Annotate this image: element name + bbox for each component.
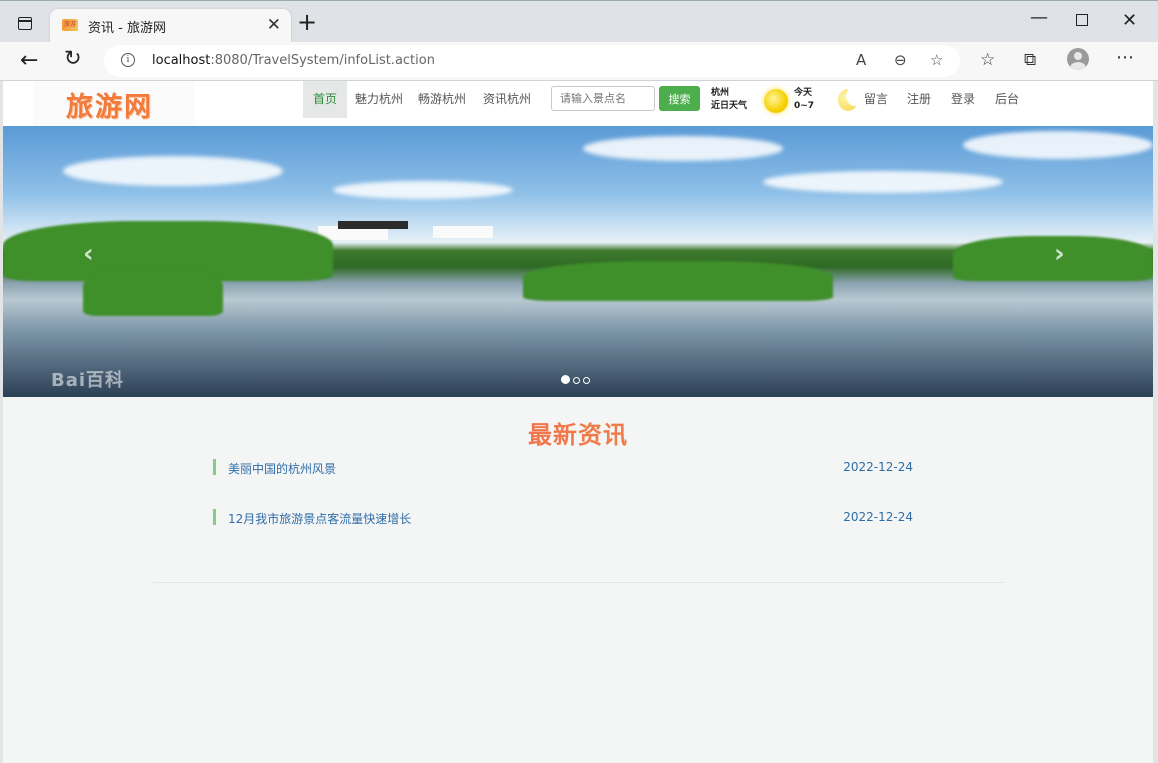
carousel-prev-icon[interactable]: ‹ [83, 239, 94, 269]
banner-carousel[interactable]: ‹ › Bai百科 [3, 126, 1153, 397]
site-header: 旅游网 首页 魅力杭州 畅游杭州 资讯杭州 搜索 杭州 近日天气 今天 0~7 … [3, 81, 1153, 126]
browser-tab[interactable]: 旅游 资讯 - 旅游网 ✕ [50, 9, 291, 43]
add-favorite-icon[interactable]: ☆ [930, 51, 943, 69]
weather-city: 杭州 [711, 88, 730, 98]
maximize-icon[interactable] [1076, 14, 1088, 26]
address-bar[interactable]: i localhost:8080/TravelSystem/infoList.a… [104, 45, 960, 77]
weather-today: 今天 0~7 [794, 87, 814, 113]
nav-home[interactable]: 首页 [303, 81, 347, 118]
weather-today-label: 今天 [794, 88, 813, 98]
nav-login[interactable]: 登录 [950, 81, 976, 118]
window-close-icon[interactable]: ✕ [1122, 10, 1137, 31]
reload-icon[interactable]: ↻ [64, 46, 82, 70]
news-title-link[interactable]: 美丽中国的杭州风景 [228, 460, 336, 477]
sidebar-toggle-icon[interactable] [18, 17, 32, 30]
window-edge-right [1153, 81, 1158, 763]
carousel-dot[interactable] [573, 377, 580, 384]
nav-charm-hangzhou[interactable]: 魅力杭州 [355, 81, 403, 118]
tab-title: 资讯 - 旅游网 [88, 21, 166, 36]
section-title: 最新资讯 [3, 415, 1153, 450]
url-path: :8080/TravelSystem/infoList.action [210, 53, 435, 68]
list-item: 12月我市旅游景点客流量快速增长 2022-12-24 [213, 509, 913, 527]
favorites-icon[interactable]: ☆ [980, 50, 995, 70]
carousel-dot[interactable] [583, 377, 590, 384]
nav-admin[interactable]: 后台 [994, 81, 1020, 118]
vegetation-shape [83, 266, 223, 316]
cloud-shape [963, 131, 1153, 159]
nav-register[interactable]: 注册 [906, 81, 932, 118]
roof-shape [338, 221, 408, 229]
nav-message[interactable]: 留言 [863, 81, 889, 118]
collections-icon[interactable]: ⧉ [1024, 50, 1036, 70]
address-bar-row: ← ↻ i localhost:8080/TravelSystem/infoLi… [0, 42, 1158, 81]
search-button[interactable]: 搜索 [659, 86, 700, 111]
house-shape [433, 226, 493, 238]
carousel-indicators [561, 369, 593, 388]
nav-tour-hangzhou[interactable]: 畅游杭州 [418, 81, 466, 118]
back-arrow-icon[interactable]: ← [20, 48, 38, 73]
minimize-icon[interactable]: — [1030, 7, 1048, 28]
news-title-link[interactable]: 12月我市旅游景点客流量快速增长 [228, 510, 411, 527]
tab-favicon-icon: 旅游 [62, 19, 78, 31]
news-date: 2022-12-24 [843, 510, 913, 524]
weather-today-temp: 0~7 [794, 101, 815, 111]
divider [153, 582, 1005, 583]
site-logo[interactable]: 旅游网 [33, 81, 195, 126]
browser-titlebar: 旅游 资讯 - 旅游网 ✕ + — ✕ [0, 0, 1158, 43]
vegetation-shape [523, 261, 833, 301]
profile-avatar-icon[interactable] [1067, 48, 1089, 70]
cloud-shape [63, 156, 283, 186]
carousel-next-icon[interactable]: › [1054, 239, 1065, 269]
image-watermark: Bai百科 [51, 370, 125, 391]
partly-sunny-icon [838, 89, 858, 111]
cloud-shape [763, 171, 1003, 193]
read-aloud-icon[interactable]: A [856, 51, 866, 69]
news-date: 2022-12-24 [843, 460, 913, 474]
cloud-shape [583, 136, 783, 161]
carousel-dot[interactable] [561, 375, 570, 384]
zoom-icon[interactable]: ⊖ [894, 51, 907, 69]
nav-news-hangzhou[interactable]: 资讯杭州 [483, 81, 531, 118]
sunny-icon [764, 89, 788, 113]
logo-text: 旅游网 [66, 92, 153, 123]
url-host: localhost [152, 53, 211, 68]
vegetation-shape [953, 236, 1153, 281]
more-menu-icon[interactable]: ⋯ [1116, 47, 1134, 68]
url-text[interactable]: localhost:8080/TravelSystem/infoList.act… [152, 53, 435, 68]
new-tab-icon[interactable]: + [297, 10, 317, 34]
site-info-icon[interactable]: i [121, 53, 135, 67]
tab-close-icon[interactable]: ✕ [267, 15, 281, 35]
search-input[interactable] [551, 86, 655, 111]
cloud-shape [333, 181, 513, 199]
weather-location: 杭州 近日天气 [711, 87, 747, 113]
page-viewport: 旅游网 首页 魅力杭州 畅游杭州 资讯杭州 搜索 杭州 近日天气 今天 0~7 … [3, 81, 1153, 763]
weather-subtitle: 近日天气 [711, 101, 748, 111]
news-list: 美丽中国的杭州风景 2022-12-24 12月我市旅游景点客流量快速增长 20… [213, 459, 913, 559]
list-item: 美丽中国的杭州风景 2022-12-24 [213, 459, 913, 477]
